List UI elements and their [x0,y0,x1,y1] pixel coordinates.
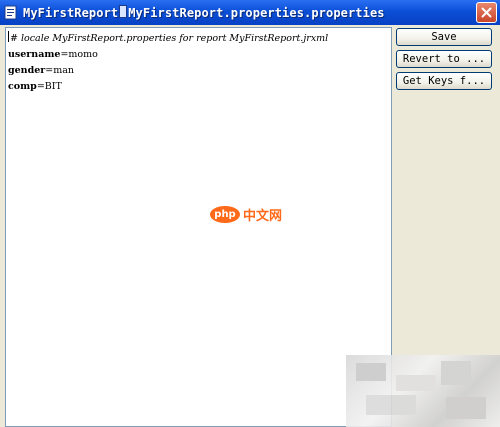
get-keys-button[interactable]: Get Keys f... [396,72,492,90]
comment-text: # locale MyFirstReport.properties for re… [10,33,329,44]
action-panel: Save Revert to ... Get Keys f... [396,27,494,94]
php-logo-icon: php [210,206,240,223]
editor-line-username: username=momo [8,47,389,63]
property-key: comp [8,81,37,92]
editor-line-comp: comp=BIT [8,79,389,95]
watermark-logo: php 中文网 [210,205,282,224]
property-value: =momo [60,49,98,60]
editor-line-comment: # locale MyFirstReport.properties for re… [8,31,389,47]
title-separator-icon [119,5,128,18]
text-caret [8,31,9,42]
revert-button[interactable]: Revert to ... [396,50,492,68]
blur-block [356,363,386,381]
property-value: =man [45,65,75,76]
title-part-ext: .properties [304,6,385,20]
property-key: username [8,49,61,60]
properties-editor-window: MyFirstReport MyFirstReport.properties.pr… [0,0,500,427]
properties-text-area[interactable]: # locale MyFirstReport.properties for re… [5,27,392,427]
blur-block [396,375,436,391]
property-key: gender [8,65,46,76]
blur-block [366,395,416,415]
blur-block [441,361,471,385]
title-part-report: MyFirstReport [23,6,119,20]
editor-line-gender: gender=man [8,63,389,79]
property-value: =BIT [36,81,62,92]
title-bar[interactable]: MyFirstReport MyFirstReport.properties.pr… [0,0,500,25]
close-x-icon [481,7,492,18]
watermark-text: 中文网 [243,209,283,224]
close-button[interactable] [476,2,497,23]
document-icon[interactable] [4,5,19,20]
blur-block [446,397,486,419]
save-button[interactable]: Save [396,28,492,46]
blurred-watermark [346,355,500,427]
window-title: MyFirstReport MyFirstReport.properties.pr… [23,5,385,20]
title-part-file: MyFirstReport.properties [128,6,305,20]
